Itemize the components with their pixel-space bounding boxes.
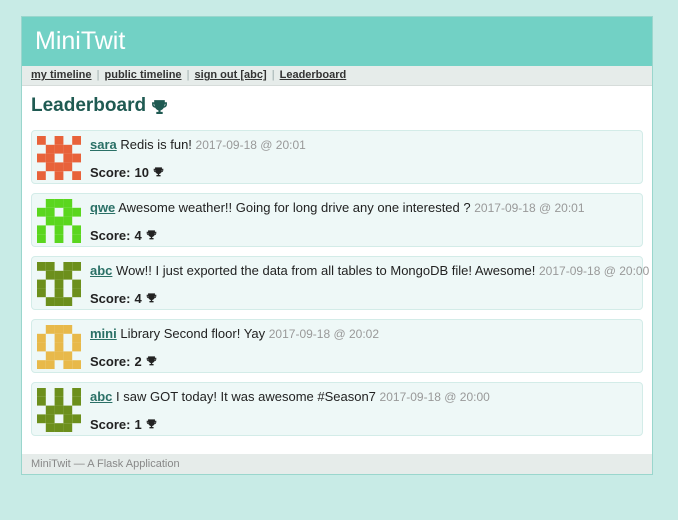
entry-message-line: abc Wow!! I just exported the data from … <box>90 263 649 278</box>
entry-timestamp: 2017-09-18 @ 20:00 <box>379 390 490 404</box>
nav-public-timeline-link[interactable]: public timeline <box>105 69 182 81</box>
entry-message-line: abc I saw GOT today! It was awesome #Sea… <box>90 389 490 404</box>
nav-my-timeline-link[interactable]: my timeline <box>31 69 92 81</box>
avatar[interactable] <box>37 199 81 243</box>
entry-score-value: 4 <box>134 291 142 306</box>
entry-score-label: Score: <box>90 165 131 180</box>
entry-message-text: Redis is fun! <box>120 137 192 152</box>
trophy-icon <box>146 228 157 243</box>
entry-timestamp: 2017-09-18 @ 20:01 <box>195 138 306 152</box>
entry-message-text: Wow!! I just exported the data from all … <box>116 263 536 278</box>
entry-timestamp: 2017-09-18 @ 20:01 <box>474 201 585 215</box>
nav-separator: | <box>186 69 190 81</box>
footer-text: MiniTwit — A Flask Application <box>31 458 180 470</box>
entry-username-link[interactable]: abc <box>90 263 112 278</box>
leaderboard-entry: qwe Awesome weather!! Going for long dri… <box>31 193 643 247</box>
page-title: Leaderboard <box>31 95 168 117</box>
leaderboard-entry: abc Wow!! I just exported the data from … <box>31 256 649 310</box>
avatar[interactable] <box>37 388 81 432</box>
nav-leaderboard-link[interactable]: Leaderboard <box>280 69 347 81</box>
entry-score-line: Score: 2 <box>90 354 157 369</box>
entry-username-link[interactable]: mini <box>90 326 117 341</box>
footer: MiniTwit — A Flask Application <box>22 454 652 474</box>
entry-score-label: Score: <box>90 417 131 432</box>
entry-message-text: Awesome weather!! Going for long drive a… <box>118 200 471 215</box>
leaderboard-entry: mini Library Second floor! Yay 2017-09-1… <box>31 319 643 373</box>
leaderboard-list: sara Redis is fun! 2017-09-18 @ 20:01 Sc… <box>31 130 649 445</box>
entry-score-value: 2 <box>134 354 142 369</box>
avatar[interactable] <box>37 325 81 369</box>
entry-score-value: 1 <box>134 417 142 432</box>
app-title: MiniTwit <box>35 27 126 55</box>
trophy-icon <box>146 417 157 432</box>
page-heading: Leaderboard <box>31 95 147 116</box>
entry-score-line: Score: 1 <box>90 417 157 432</box>
entry-message-text: I saw GOT today! It was awesome #Season7 <box>116 389 376 404</box>
entry-message-line: qwe Awesome weather!! Going for long dri… <box>90 200 585 215</box>
trophy-icon <box>152 99 168 114</box>
entry-score-label: Score: <box>90 354 131 369</box>
entry-username-link[interactable]: qwe <box>90 200 115 215</box>
trophy-icon <box>146 354 157 369</box>
leaderboard-entry: abc I saw GOT today! It was awesome #Sea… <box>31 382 643 436</box>
nav-bar: my timeline | public timeline | sign out… <box>22 66 652 86</box>
entry-score-value: 4 <box>134 228 142 243</box>
entry-message-line: sara Redis is fun! 2017-09-18 @ 20:01 <box>90 137 306 152</box>
entry-timestamp: 2017-09-18 @ 20:02 <box>268 327 380 341</box>
entry-timestamp: 2017-09-18 @ 20:00 <box>539 264 650 278</box>
avatar[interactable] <box>37 136 81 180</box>
entry-score-line: Score: 10 <box>90 165 164 180</box>
entry-score-line: Score: 4 <box>90 228 157 243</box>
entry-score-value: 10 <box>134 165 149 180</box>
leaderboard-entry: sara Redis is fun! 2017-09-18 @ 20:01 Sc… <box>31 130 643 184</box>
entry-message-line: mini Library Second floor! Yay 2017-09-1… <box>90 326 379 341</box>
entry-username-link[interactable]: sara <box>90 137 117 152</box>
entry-score-label: Score: <box>90 228 131 243</box>
app-header: MiniTwit <box>22 17 652 66</box>
entry-score-label: Score: <box>90 291 131 306</box>
entry-message-text: Library Second floor! Yay <box>120 326 266 341</box>
page-container: MiniTwit my timeline | public timeline |… <box>21 16 653 475</box>
entry-username-link[interactable]: abc <box>90 389 112 404</box>
nav-separator: | <box>96 69 100 81</box>
entry-score-line: Score: 4 <box>90 291 157 306</box>
trophy-icon <box>146 291 157 306</box>
avatar[interactable] <box>37 262 81 306</box>
nav-separator: | <box>271 69 275 81</box>
trophy-icon <box>153 165 164 180</box>
nav-sign-out-link[interactable]: sign out [abc] <box>195 69 267 81</box>
